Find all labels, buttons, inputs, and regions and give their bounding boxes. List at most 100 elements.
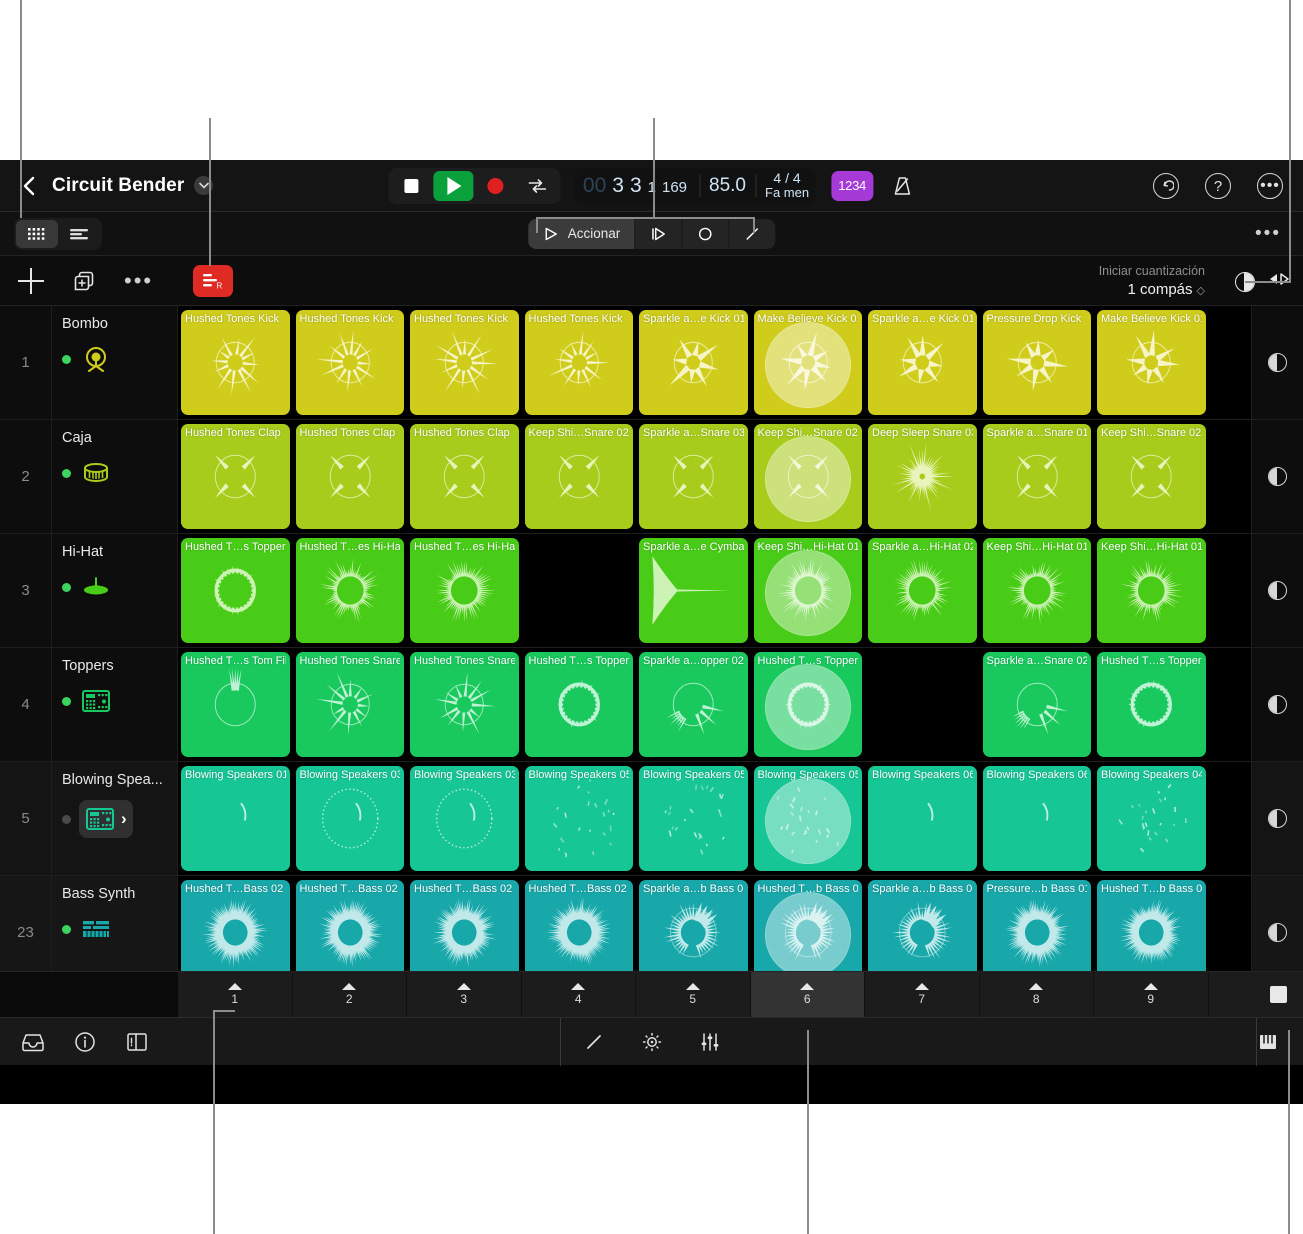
cell-slot[interactable]: Hushed T…b Bass 01 xyxy=(751,880,866,971)
loop-cell[interactable]: Hushed T…s Topper xyxy=(1097,652,1206,757)
count-in-button[interactable]: 1234 xyxy=(831,170,874,201)
snare-drum-icon[interactable] xyxy=(79,458,113,488)
cell-slot[interactable]: Hushed T…Bass 02 xyxy=(522,880,637,971)
cell-slot[interactable]: Hushed T…Bass 02 xyxy=(178,880,293,971)
loop-cell[interactable]: Sparkle a…opper 02 xyxy=(639,652,748,757)
cell-slot[interactable]: Sparkle a…b Bass 01 xyxy=(865,880,980,971)
cell-slot[interactable]: Sparkle a…Snare 02 xyxy=(980,652,1095,757)
cell-slot[interactable]: Sparkle a…Snare 03 xyxy=(636,424,751,529)
track-enable-dot[interactable] xyxy=(62,582,71,592)
drum-machine-icon[interactable] xyxy=(79,686,113,716)
loop-cell[interactable]: Hushed T…es Hi-Hat xyxy=(410,538,519,643)
track-header[interactable]: Bass Synth xyxy=(52,876,178,971)
loop-cell[interactable]: Hushed Tones Kick xyxy=(524,310,633,415)
loop-cell[interactable]: Hushed T…s Tom Fill xyxy=(181,652,290,757)
scene-column[interactable]: 1 xyxy=(178,972,293,1017)
action-loop-button[interactable] xyxy=(682,218,730,249)
quantize-value[interactable]: 1 compás ◇ xyxy=(1099,281,1205,298)
scene-column[interactable]: 9 xyxy=(1094,972,1209,1017)
help-icon[interactable]: ? xyxy=(1205,173,1231,199)
loop-cell[interactable]: Hushed T…Bass 02 xyxy=(181,880,290,971)
track-enable-dot[interactable] xyxy=(62,814,71,824)
record-rows-icon[interactable]: R xyxy=(193,264,234,297)
cell-slot[interactable]: Hushed T…s Topper xyxy=(178,538,293,643)
loop-cell[interactable]: Hushed T…s Topper xyxy=(753,652,862,757)
scene-trigger-icon[interactable] xyxy=(800,983,815,990)
cell-slot[interactable]: Blowing Speakers 05 xyxy=(522,766,637,871)
more-circle-icon[interactable]: ••• xyxy=(1257,173,1283,199)
track-header[interactable]: Hi-Hat xyxy=(52,534,178,647)
loop-cell[interactable]: Blowing Speakers 06 xyxy=(982,766,1091,871)
track-enable-dot[interactable] xyxy=(62,924,71,934)
loop-cell[interactable]: Hushed Tones Kick xyxy=(181,310,290,415)
scene-column[interactable]: 6 xyxy=(750,972,865,1017)
scene-column[interactable]: 8 xyxy=(979,972,1094,1017)
loop-cell[interactable]: Sparkle a…Snare 03 xyxy=(639,424,748,529)
loop-cell[interactable]: Blowing Speakers 06 xyxy=(868,766,977,871)
scene-column[interactable]: 5 xyxy=(636,972,751,1017)
loop-cell[interactable]: Keep Shi…Snare 02 xyxy=(524,424,633,529)
metronome-icon[interactable] xyxy=(889,173,915,199)
scene-column[interactable]: 7 xyxy=(865,972,980,1017)
empty-cell[interactable] xyxy=(525,538,634,643)
cell-slot[interactable]: Hushed T…Bass 02 xyxy=(407,880,522,971)
cell-slot[interactable]: Hushed T…es Hi-Hat xyxy=(293,538,408,643)
loop-cell[interactable]: Sparkle a…b Bass 01 xyxy=(868,880,977,971)
loop-cell[interactable]: Keep Shi…Snare 02 xyxy=(753,424,862,529)
loop-cell[interactable]: Hushed Tones Kick xyxy=(410,310,519,415)
info-circle-icon[interactable] xyxy=(72,1029,98,1055)
loop-cell[interactable]: Blowing Speakers 05 xyxy=(639,766,748,871)
track-header[interactable]: Toppers xyxy=(52,648,178,761)
cell-slot[interactable]: Blowing Speakers 06 xyxy=(865,766,980,871)
row-stop-button[interactable] xyxy=(1251,306,1303,419)
chevron-right-icon[interactable]: › xyxy=(121,809,127,829)
cell-slot[interactable]: Hushed Tones Snare xyxy=(293,652,408,757)
instrument-selector[interactable]: › xyxy=(79,800,133,838)
loop-cell[interactable]: Sparkle a…b Bass 01 xyxy=(639,880,748,971)
scene-column[interactable]: 2 xyxy=(292,972,407,1017)
cell-slot[interactable]: Hushed Tones Clap xyxy=(293,424,408,529)
loop-cell[interactable]: Sparkle a…Snare 01 xyxy=(982,424,1091,529)
cycle-icon[interactable] xyxy=(517,171,557,201)
stop-square-icon[interactable] xyxy=(1270,986,1287,1003)
loop-cell[interactable]: Hushed T…s Topper xyxy=(524,652,633,757)
scene-trigger-icon[interactable] xyxy=(456,983,471,990)
cell-slot[interactable]: Hushed T…b Bass 01 xyxy=(1094,880,1209,971)
track-view-icon[interactable] xyxy=(58,220,100,248)
synth-keyboard-icon[interactable] xyxy=(79,914,113,944)
cell-slot[interactable]: Sparkle a…Snare 01 xyxy=(980,424,1095,529)
loop-cell[interactable]: Blowing Speakers 03 xyxy=(410,766,519,871)
cell-slot[interactable]: Sparkle a…e Kick 01 xyxy=(636,310,751,415)
scene-trigger-icon[interactable] xyxy=(914,983,929,990)
cell-slot[interactable]: Keep Shi…Hi-Hat 01 xyxy=(980,538,1095,643)
scene-column[interactable]: 3 xyxy=(407,972,522,1017)
scene-trigger-icon[interactable] xyxy=(571,983,586,990)
cell-slot[interactable]: Hushed T…Bass 02 xyxy=(293,880,408,971)
loop-cell[interactable]: Pressure…b Bass 01 xyxy=(982,880,1091,971)
row-stop-button[interactable] xyxy=(1251,648,1303,761)
cell-slot[interactable]: Blowing Speakers 05 xyxy=(751,766,866,871)
loop-cell[interactable]: Hushed T…s Topper xyxy=(181,538,290,643)
record-button[interactable] xyxy=(475,171,515,201)
loop-cell[interactable]: Hushed Tones Clap xyxy=(181,424,290,529)
row-stop-button[interactable] xyxy=(1251,876,1303,971)
scene-trigger-icon[interactable] xyxy=(1029,983,1044,990)
pencil-line-icon[interactable] xyxy=(581,1029,607,1055)
row-stop-button[interactable] xyxy=(1251,762,1303,875)
cell-slot[interactable]: Blowing Speakers 03 xyxy=(407,766,522,871)
grid-view-icon[interactable] xyxy=(16,219,58,248)
cell-slot[interactable]: Keep Shi…Snare 02 xyxy=(751,424,866,529)
hihat-cymbal-icon[interactable] xyxy=(79,572,113,602)
track-enable-dot[interactable] xyxy=(62,696,71,706)
loop-cell[interactable]: Deep Sleep Snare 03 xyxy=(868,424,977,529)
cell-more-menu[interactable]: ••• xyxy=(124,269,153,291)
cell-slot[interactable]: Blowing Speakers 06 xyxy=(980,766,1095,871)
loop-cell[interactable]: Hushed T…es Hi-Hat xyxy=(295,538,404,643)
cell-slot[interactable]: Hushed T…s Topper xyxy=(1094,652,1209,757)
loop-cell[interactable]: Hushed Tones Snare xyxy=(295,652,404,757)
library-tray-icon[interactable] xyxy=(20,1029,46,1055)
cell-slot[interactable]: Keep Shi…Hi-Hat 01 xyxy=(1094,538,1209,643)
cell-slot[interactable]: Blowing Speakers 03 xyxy=(293,766,408,871)
scene-trigger-icon[interactable] xyxy=(227,983,242,990)
track-header[interactable]: Blowing Spea... › xyxy=(52,762,178,875)
